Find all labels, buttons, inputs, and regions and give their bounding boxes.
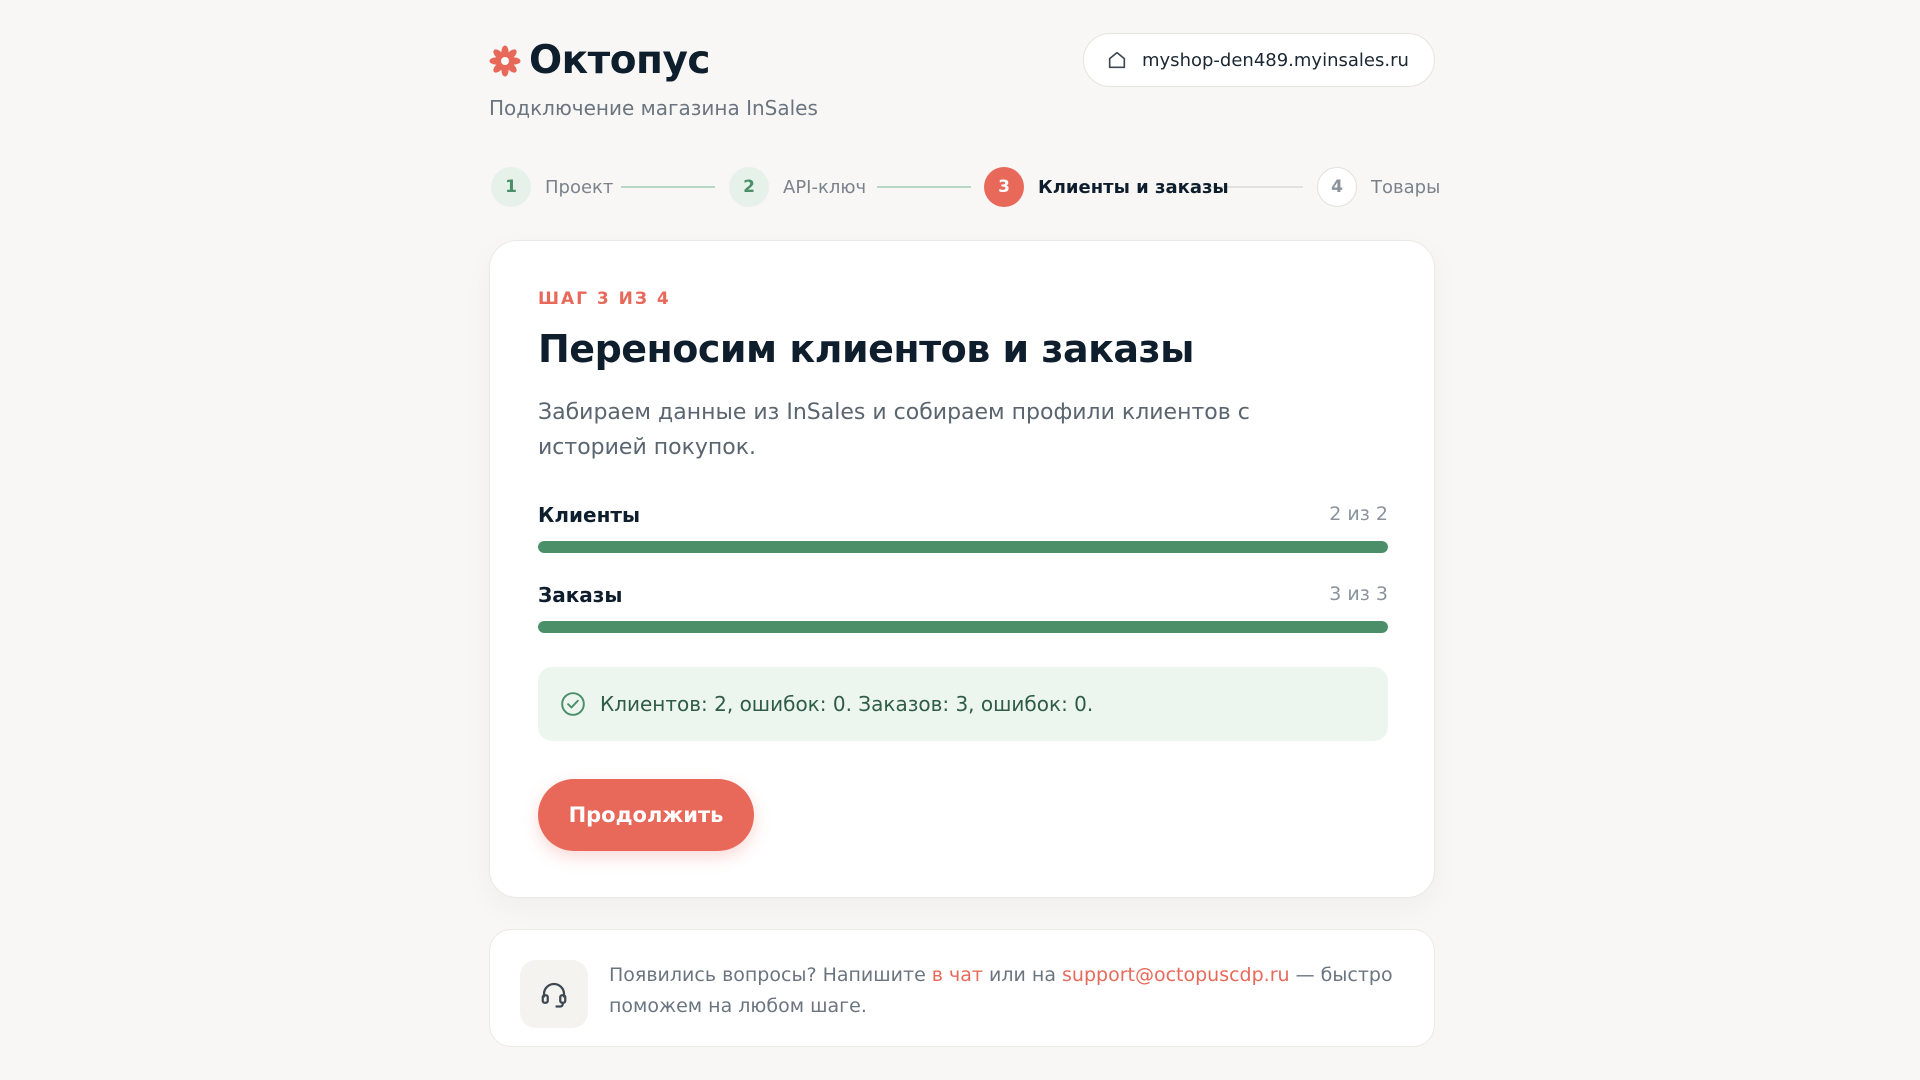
step-number: 4 (1317, 167, 1357, 207)
brand-name: Октопус (529, 38, 711, 83)
support-email-link[interactable]: support@octopuscdp.ru (1062, 964, 1290, 986)
shop-domain-pill[interactable]: myshop-den489.myinsales.ru (1083, 33, 1435, 87)
logo[interactable]: Октопус (489, 38, 711, 83)
help-panel: Появились вопросы? Напишите в чат или на… (489, 929, 1435, 1047)
card-description: Забираем данные из InSales и собираем пр… (538, 400, 1250, 460)
step-products[interactable]: 4 Товары (1317, 166, 1440, 208)
card-title: Переносим клиентов и заказы (538, 327, 1195, 371)
step-number: 1 (491, 167, 531, 207)
continue-button[interactable]: Продолжить (538, 779, 754, 851)
logo-mark-icon (489, 45, 521, 76)
progress-bar (538, 541, 1388, 553)
step-connector (877, 186, 971, 188)
progress-bar (538, 621, 1388, 633)
chat-link[interactable]: в чат (932, 964, 983, 986)
step-connector (621, 186, 715, 188)
step-number: 2 (729, 167, 769, 207)
header: Октопус Подключение магазина InSales mys… (489, 0, 1435, 150)
progress-bar-fill (538, 541, 1388, 553)
page: Октопус Подключение магазина InSales mys… (489, 0, 1440, 1047)
import-card: ШАГ 3 ИЗ 4 Переносим клиентов и заказы З… (489, 240, 1435, 898)
help-text: Появились вопросы? Напишите в чат или на… (609, 960, 1409, 1022)
progress-count: 3 из 3 (1329, 583, 1388, 605)
progress-bar-fill (538, 621, 1388, 633)
import-status: Клиентов: 2, ошибок: 0. Заказов: 3, ошиб… (538, 667, 1388, 741)
step-label: Клиенты и заказы (1038, 176, 1229, 198)
progress-label: Клиенты (538, 503, 641, 527)
home-icon (1108, 51, 1126, 69)
step-label: Проект (545, 176, 614, 198)
step-api-key[interactable]: 2 API-ключ (729, 166, 866, 208)
step-label: API-ключ (783, 176, 867, 198)
page-subtitle: Подключение магазина InSales (489, 96, 818, 120)
progress-count: 2 из 2 (1329, 503, 1388, 525)
shop-domain: myshop-den489.myinsales.ru (1142, 49, 1409, 71)
step-label: Товары (1371, 176, 1441, 198)
step-number: 3 (984, 167, 1024, 207)
help-text-before: Появились вопросы? Напишите (609, 964, 932, 986)
stepper: 1 Проект 2 API-ключ 3 Клиенты и заказы 4… (489, 166, 1440, 208)
status-text: Клиентов: 2, ошибок: 0. Заказов: 3, ошиб… (600, 692, 1094, 716)
step-eyebrow: ШАГ 3 ИЗ 4 (538, 289, 671, 309)
help-text-middle: или на (982, 964, 1063, 986)
progress-label: Заказы (538, 583, 623, 607)
step-clients-orders[interactable]: 3 Клиенты и заказы (984, 166, 1229, 208)
check-circle-icon (561, 692, 585, 716)
step-project[interactable]: 1 Проект (491, 166, 613, 208)
help-icon-box (520, 960, 588, 1028)
headset-icon (541, 982, 567, 1008)
